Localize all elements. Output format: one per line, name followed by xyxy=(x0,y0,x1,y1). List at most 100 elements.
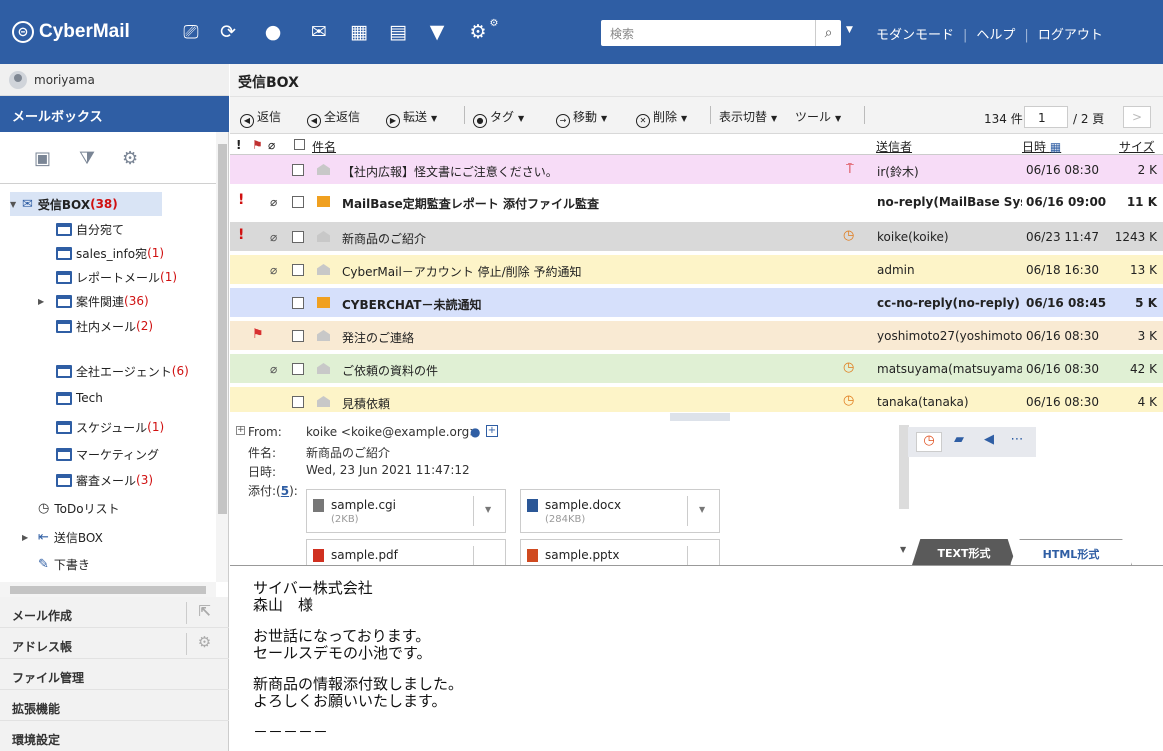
gear-icon[interactable]: ⚙ xyxy=(186,633,222,655)
search-dropdown-icon[interactable]: ▼ xyxy=(846,25,853,35)
table-row[interactable]: 見積依頼 ◷ tanaka(tanaka) 06/16 08:30 4 K xyxy=(230,387,1163,413)
add-contact-icon[interactable]: + xyxy=(486,425,498,437)
dropdown-arrow-icon[interactable]: ▼ xyxy=(431,114,437,123)
folder-agent[interactable]: 全社エージェント (6) xyxy=(56,359,189,383)
dropdown-arrow-icon[interactable]: ▼ xyxy=(835,114,841,123)
row-checkbox[interactable] xyxy=(292,264,304,276)
tag-button[interactable]: ● タグ ▼ xyxy=(473,108,524,128)
pane-splitter[interactable] xyxy=(230,413,1163,421)
logout-link[interactable]: ログアウト xyxy=(1038,28,1103,43)
popout-icon[interactable]: ⇱ xyxy=(186,602,222,624)
row-checkbox[interactable] xyxy=(292,330,304,342)
reply-button[interactable]: ◀ 返信 xyxy=(240,108,281,128)
mailbox-header[interactable]: メールボックス xyxy=(0,96,229,132)
format-dropdown-icon[interactable]: ▼ xyxy=(900,545,906,554)
folder-projects[interactable]: ▶ 案件関連 (36) xyxy=(38,289,149,313)
row-checkbox[interactable] xyxy=(292,297,304,309)
more-icon[interactable]: ⋯ xyxy=(1004,432,1030,452)
help-link[interactable]: ヘルプ xyxy=(976,28,1015,43)
chat-icon[interactable]: ● xyxy=(470,425,480,439)
dropdown-arrow-icon[interactable]: ▼ xyxy=(601,114,607,123)
folder-review[interactable]: 審査メール (3) xyxy=(56,468,153,492)
delete-button[interactable]: ✕ 削除 ▼ xyxy=(636,108,687,128)
attachment-item[interactable]: sample.docx (284KB) ▼ xyxy=(520,489,720,533)
filter-icon[interactable]: ⧩ xyxy=(79,148,95,169)
flag-header-icon[interactable]: ⚑ xyxy=(252,138,263,152)
folder-schedule[interactable]: スケジュール (1) xyxy=(56,415,164,439)
date-column-header[interactable]: 日時 ▦ xyxy=(1022,138,1061,155)
menu-compose[interactable]: メール作成 ⇱ xyxy=(0,597,229,628)
from-value[interactable]: koike <koike@example.org> xyxy=(306,425,479,439)
table-row[interactable]: CYBERCHAT－未読通知 cc-no-reply(no-reply) 06/… xyxy=(230,288,1163,318)
table-row[interactable]: ! ⌀ MailBase定期監査レポート 添付ファイル監査 no-reply(M… xyxy=(230,187,1163,217)
splitter-grip[interactable] xyxy=(670,413,730,421)
mail-icon[interactable]: ✉ xyxy=(306,19,332,45)
search-input[interactable]: 検索 ⌕ xyxy=(601,20,841,46)
tools-button[interactable]: ツール ▼ xyxy=(795,108,841,125)
tag-icon[interactable]: ◀ xyxy=(976,432,1002,452)
chat-icon[interactable]: ● xyxy=(260,19,286,45)
attachment-menu-arrow-icon[interactable]: ▼ xyxy=(699,505,705,514)
forward-button[interactable]: ▶ 転送 ▼ xyxy=(386,108,437,128)
subject-column-header[interactable]: 件名 xyxy=(312,138,336,155)
size-column-header[interactable]: サイズ xyxy=(1119,138,1155,155)
tab-html-format[interactable]: HTML形式 xyxy=(1010,539,1132,565)
tree-vertical-scrollbar[interactable] xyxy=(216,132,228,582)
dropdown-arrow-icon[interactable]: ▼ xyxy=(518,114,524,123)
reminder-clock-icon[interactable]: ◷ xyxy=(916,432,942,452)
folder-sales-info[interactable]: sales_info宛 (1) xyxy=(56,241,164,265)
sync-icon[interactable]: ⟳ xyxy=(215,19,241,45)
comment-icon[interactable]: ▰ xyxy=(946,432,972,452)
table-row[interactable]: ⌀ CyberMail－アカウント 停止/削除 予約通知 admin 06/18… xyxy=(230,255,1163,285)
table-row[interactable]: ! ⌀ 新商品のご紹介 ◷ koike(koike) 06/23 11:47 1… xyxy=(230,222,1163,252)
attachment-item[interactable]: sample.pdf xyxy=(306,539,506,565)
app-logo[interactable]: ⊝ CyberMail xyxy=(12,19,130,45)
new-mail-icon[interactable]: ⎚ xyxy=(178,19,204,45)
collapse-arrow-icon[interactable]: ▼ xyxy=(10,200,22,209)
row-checkbox[interactable] xyxy=(292,164,304,176)
gear-small-icon[interactable]: ⚙ xyxy=(488,10,500,36)
modern-mode-link[interactable]: モダンモード xyxy=(876,28,954,43)
inbox-view-icon[interactable]: ▣ xyxy=(34,148,51,169)
folder-report[interactable]: レポートメール (1) xyxy=(56,265,177,289)
attachment-count-link[interactable]: 5 xyxy=(281,484,289,498)
dropdown-arrow-icon[interactable]: ▼ xyxy=(681,114,687,123)
menu-extensions[interactable]: 拡張機能 xyxy=(0,690,229,721)
row-checkbox[interactable] xyxy=(292,231,304,243)
table-row[interactable]: ⌀ ご依頼の資料の件 ◷ matsuyama(matsuyama) 06/16 … xyxy=(230,354,1163,384)
tree-horizontal-scrollbar[interactable] xyxy=(0,582,216,597)
calendar-icon[interactable]: ▦ xyxy=(346,19,372,45)
gear-icon[interactable]: ⚙ xyxy=(122,148,138,169)
folder-internal[interactable]: 社内メール (2) xyxy=(56,314,153,338)
from-column-header[interactable]: 送信者 xyxy=(876,138,912,155)
attachment-item[interactable]: sample.cgi (2KB) ▼ xyxy=(306,489,506,533)
row-checkbox[interactable] xyxy=(292,196,304,208)
folder-tech[interactable]: Tech xyxy=(56,386,103,410)
move-button[interactable]: → 移動 ▼ xyxy=(556,108,607,128)
expand-arrow-icon[interactable]: ▶ xyxy=(38,297,56,306)
folder-self[interactable]: 自分宛て xyxy=(56,217,124,241)
memo-icon[interactable]: ▤ xyxy=(385,19,411,45)
row-checkbox[interactable] xyxy=(292,396,304,408)
folder-marketing[interactable]: マーケティング xyxy=(56,442,159,466)
row-checkbox[interactable] xyxy=(292,363,304,375)
search-icon[interactable]: ⌕ xyxy=(815,20,841,46)
folder-inbox[interactable]: ▼ ✉ 受信BOX (38) xyxy=(10,192,162,216)
view-toggle-button[interactable]: 表示切替 ▼ xyxy=(719,108,777,125)
menu-file-manager[interactable]: ファイル管理 xyxy=(0,659,229,690)
page-input[interactable]: 1 xyxy=(1024,106,1068,128)
scroll-thumb[interactable] xyxy=(218,144,227,514)
folder-outbox[interactable]: ▶ ⇤ 送信BOX xyxy=(22,525,103,549)
send-icon[interactable]: ▼ xyxy=(424,19,450,45)
menu-address-book[interactable]: アドレス帳 ⚙ xyxy=(0,628,229,659)
select-all-checkbox[interactable] xyxy=(294,139,305,150)
folder-drafts[interactable]: ✎ 下書き xyxy=(38,552,90,576)
expand-header-icon[interactable]: + xyxy=(236,426,245,435)
next-page-button[interactable]: > xyxy=(1123,106,1151,128)
expand-arrow-icon[interactable]: ▶ xyxy=(22,533,38,542)
importance-header-icon[interactable]: ! xyxy=(236,138,241,152)
attachment-menu-arrow-icon[interactable]: ▼ xyxy=(485,505,491,514)
scroll-thumb[interactable] xyxy=(10,586,206,594)
reply-all-button[interactable]: ◀ 全返信 xyxy=(307,108,360,128)
tab-text-format[interactable]: TEXT形式 xyxy=(912,539,1016,565)
